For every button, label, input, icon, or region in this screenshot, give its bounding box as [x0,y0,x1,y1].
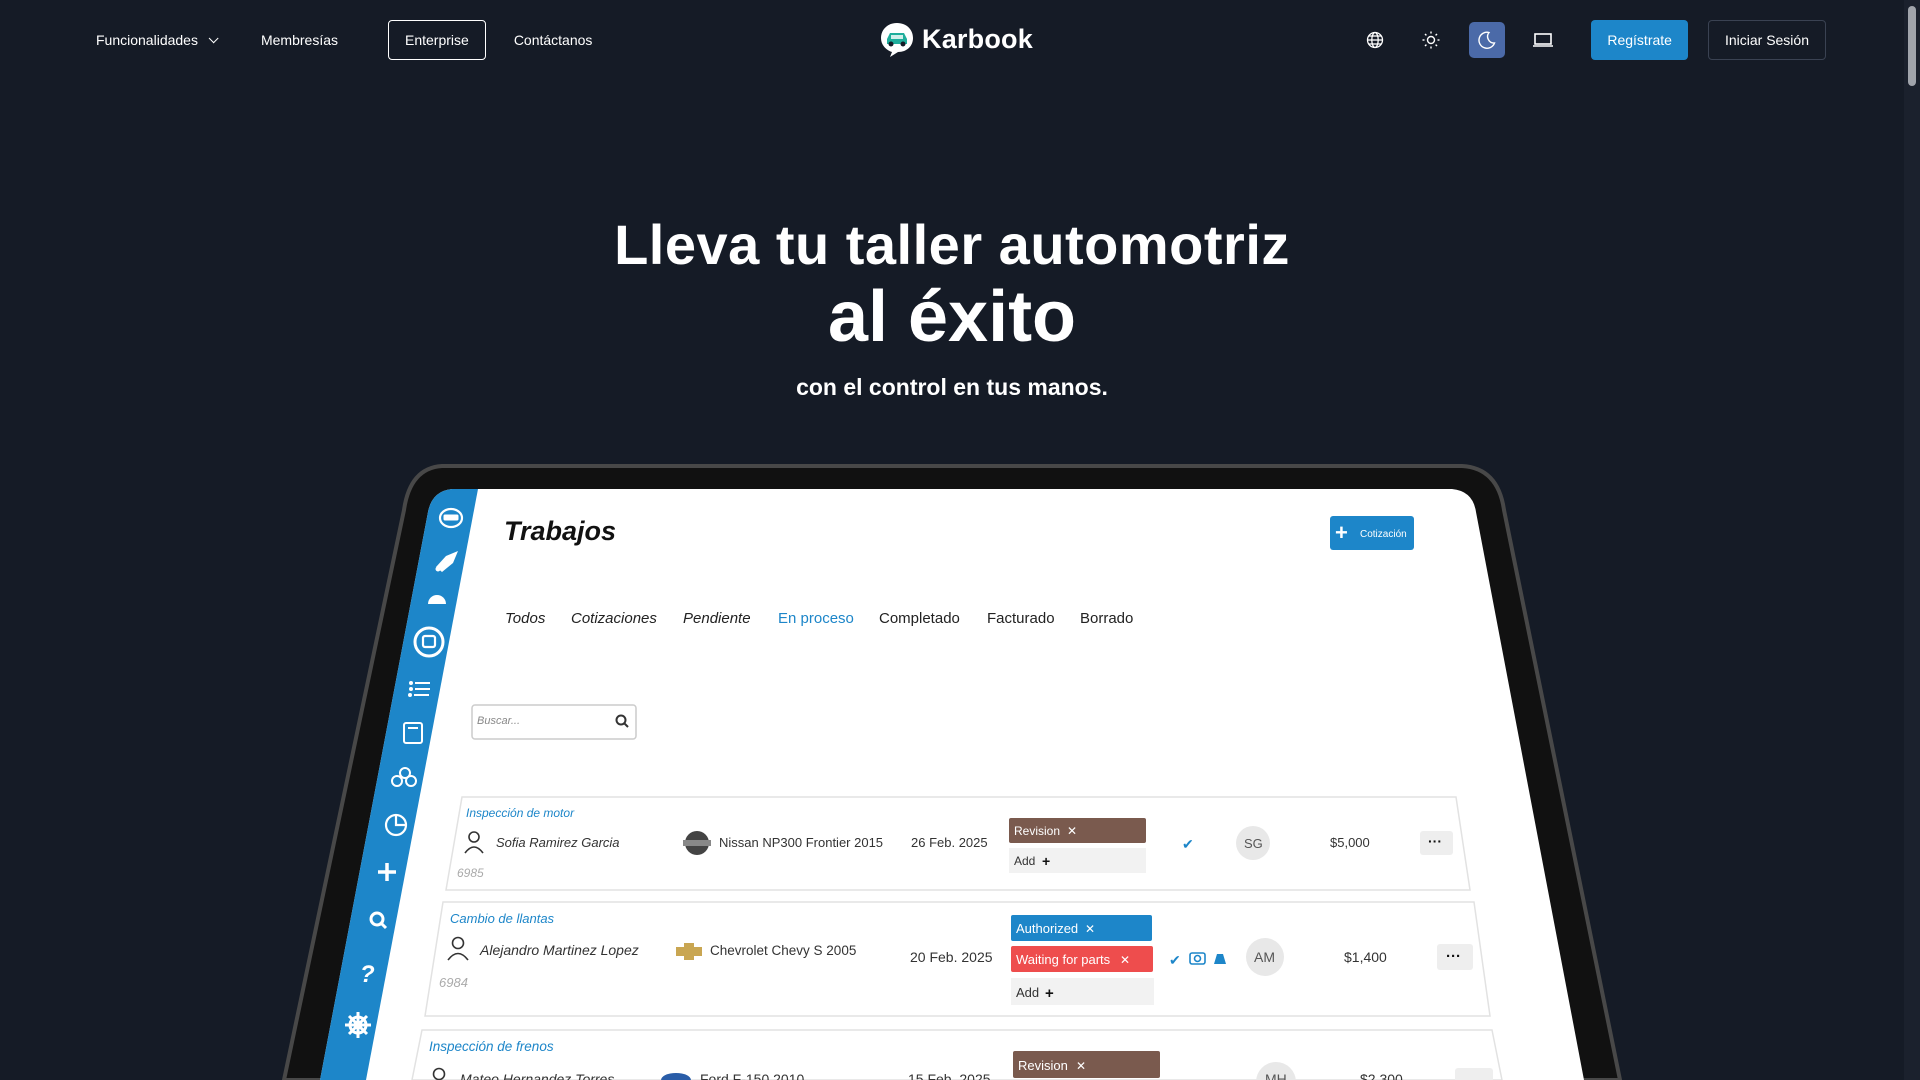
tab-pending[interactable]: Pendiente [683,610,751,627]
close-icon[interactable]: ✕ [1085,922,1095,936]
avatar-initials: MH [1265,1071,1287,1080]
tab-all[interactable]: Todos [505,610,546,627]
job-amount: $1,400 [1344,949,1387,965]
tab-completed[interactable]: Completado [879,610,960,627]
jobs-search-input[interactable]: Buscar... [471,704,637,740]
job-vehicle: Chevrolet Chevy S 2005 [710,943,856,958]
ellipsis-icon: ··· [1428,833,1442,849]
job-vehicle: Nissan NP300 Frontier 2015 [719,835,883,850]
avatar[interactable]: SG [1236,826,1270,860]
check-icon: ✔ [1169,952,1181,968]
plus-icon: + [1335,520,1348,545]
tab-deleted[interactable]: Borrado [1080,610,1133,627]
job-title[interactable]: Cambio de llantas [450,911,555,926]
tablet-mockup: ? Trabajos + Cotización Todos Cotizacion… [281,464,1623,1080]
avatar-initials: AM [1254,949,1275,965]
status-tag-waiting[interactable]: Waiting for parts ✕ [1011,946,1153,972]
search-placeholder: Buscar... [477,715,520,727]
job-customer: Sofia Ramirez Garcia [496,835,620,850]
more-options-button[interactable] [1455,1068,1493,1080]
job-title[interactable]: Inspección de frenos [429,1039,554,1054]
tab-invoiced[interactable]: Facturado [987,610,1055,627]
status-tag-authorized[interactable]: Authorized ✕ [1011,915,1152,941]
help-icon[interactable]: ? [360,961,375,988]
add-tag-button[interactable]: Add + [1011,978,1154,1005]
status-tag-label: Revision [1018,1058,1068,1073]
app-page-title: Trabajos [504,516,616,546]
close-icon[interactable]: ✕ [1120,953,1130,967]
job-amount: $5,000 [1330,835,1370,850]
job-amount: $2,300 [1360,1071,1403,1080]
job-row[interactable]: Inspección de frenos Mateo Hernandez Tor… [411,1029,1503,1080]
status-tag-revision[interactable]: Revision ✕ [1013,1051,1160,1078]
more-options-button[interactable]: ··· [1437,944,1473,970]
status-tag-label: Revision [1014,824,1060,838]
tab-in-progress[interactable]: En proceso [778,610,854,627]
job-customer: Mateo Hernandez Torres [460,1071,614,1080]
close-icon[interactable]: ✕ [1076,1059,1086,1073]
status-tag-label: Waiting for parts [1016,952,1111,967]
add-quote-button[interactable]: + Cotización [1330,516,1414,550]
add-tag-button[interactable]: Add + [1009,848,1146,873]
plus-icon: + [1042,853,1050,869]
ellipsis-icon: ··· [1446,948,1461,965]
add-tag-label: Add [1014,854,1035,868]
job-customer: Alejandro Martinez Lopez [479,942,639,958]
job-id: 6984 [439,975,468,990]
more-options-button[interactable]: ··· [1420,831,1453,855]
job-id: 6985 [457,866,484,880]
status-tag-label: Authorized [1016,921,1078,936]
avatar-initials: SG [1244,836,1263,851]
job-row[interactable]: Inspección de motor Sofia Ramirez Garcia… [445,796,1471,891]
job-row[interactable]: Cambio de llantas Alejandro Martinez Lop… [424,901,1491,1017]
tab-quotes[interactable]: Cotizaciones [571,610,657,627]
add-tag-label: Add [1016,985,1039,1000]
close-icon[interactable]: ✕ [1067,824,1077,838]
job-vehicle: Ford F-150 2010 [700,1071,804,1080]
status-tag-revision[interactable]: Revision ✕ [1009,818,1146,843]
check-icon: ✔ [1182,836,1194,852]
job-date: 26 Feb. 2025 [911,835,988,850]
job-date: 20 Feb. 2025 [910,949,993,965]
job-title[interactable]: Inspección de motor [466,806,575,820]
job-date: 15 Feb. 2025 [908,1071,991,1080]
avatar[interactable]: AM [1246,938,1284,976]
add-quote-label: Cotización [1360,529,1407,540]
plus-icon: + [1045,985,1054,1002]
